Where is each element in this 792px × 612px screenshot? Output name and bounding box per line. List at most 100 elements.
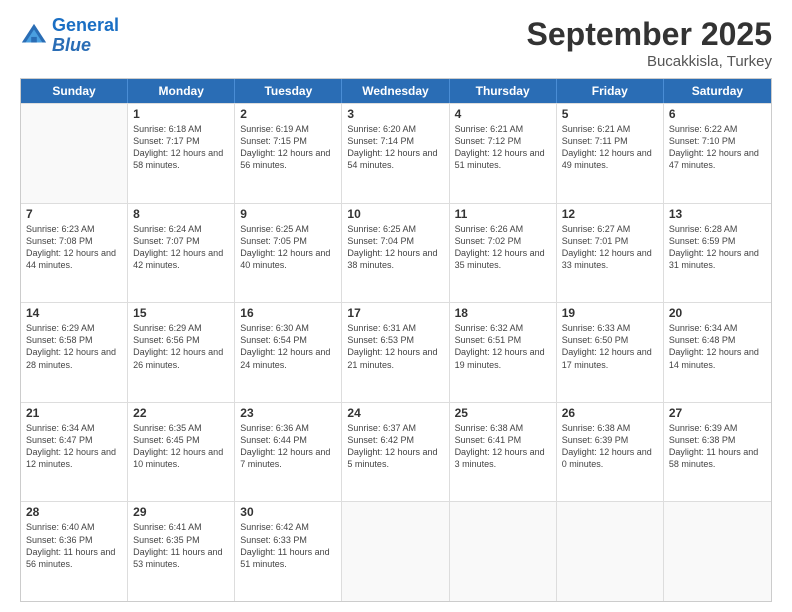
day-info: Sunrise: 6:41 AM Sunset: 6:35 PM Dayligh… [133, 521, 229, 570]
day-cell-29: 29 Sunrise: 6:41 AM Sunset: 6:35 PM Dayli… [128, 502, 235, 601]
day-info: Sunrise: 6:20 AM Sunset: 7:14 PM Dayligh… [347, 123, 443, 172]
day-info: Sunrise: 6:42 AM Sunset: 6:33 PM Dayligh… [240, 521, 336, 570]
header-wednesday: Wednesday [342, 79, 449, 103]
header-tuesday: Tuesday [235, 79, 342, 103]
day-cell-6: 6Sunrise: 6:22 AM Sunset: 7:10 PM Daylig… [664, 104, 771, 203]
day-cell-15: 15 Sunrise: 6:29 AM Sunset: 6:56 PM Dayli… [128, 303, 235, 402]
empty-cell-4-4 [450, 502, 557, 601]
empty-cell-4-5 [557, 502, 664, 601]
day-info: Sunrise: 6:32 AM Sunset: 6:51 PM Dayligh… [455, 322, 551, 371]
day-number: 20 [669, 306, 766, 320]
day-cell-11: 11Sunrise: 6:26 AM Sunset: 7:02 PM Dayli… [450, 204, 557, 303]
day-number: 18 [455, 306, 551, 320]
day-number: 2 [240, 107, 336, 121]
day-info: Sunrise: 6:19 AM Sunset: 7:15 PM Dayligh… [240, 123, 336, 172]
week-row-2: 7Sunrise: 6:23 AM Sunset: 7:08 PM Daylig… [21, 203, 771, 303]
day-info: Sunrise: 6:37 AM Sunset: 6:42 PM Dayligh… [347, 422, 443, 471]
logo-icon [20, 22, 48, 50]
day-info: Sunrise: 6:21 AM Sunset: 7:11 PM Dayligh… [562, 123, 658, 172]
header: General Blue September 2025 Bucakkisla, … [20, 16, 772, 70]
day-number: 28 [26, 505, 122, 519]
day-info: Sunrise: 6:28 AM Sunset: 6:59 PM Dayligh… [669, 223, 766, 272]
day-cell-13: 13Sunrise: 6:28 AM Sunset: 6:59 PM Dayli… [664, 204, 771, 303]
day-cell-17: 17Sunrise: 6:31 AM Sunset: 6:53 PM Dayli… [342, 303, 449, 402]
day-info: Sunrise: 6:35 AM Sunset: 6:45 PM Dayligh… [133, 422, 229, 471]
day-info: Sunrise: 6:34 AM Sunset: 6:47 PM Dayligh… [26, 422, 122, 471]
day-number: 14 [26, 306, 122, 320]
day-number: 15 [133, 306, 229, 320]
day-info: Sunrise: 6:40 AM Sunset: 6:36 PM Dayligh… [26, 521, 122, 570]
day-number: 22 [133, 406, 229, 420]
day-info: Sunrise: 6:25 AM Sunset: 7:05 PM Dayligh… [240, 223, 336, 272]
day-number: 12 [562, 207, 658, 221]
day-number: 30 [240, 505, 336, 519]
day-cell-22: 22 Sunrise: 6:35 AM Sunset: 6:45 PM Dayli… [128, 403, 235, 502]
day-number: 24 [347, 406, 443, 420]
header-saturday: Saturday [664, 79, 771, 103]
day-cell-19: 19Sunrise: 6:33 AM Sunset: 6:50 PM Dayli… [557, 303, 664, 402]
day-cell-5: 5 Sunrise: 6:21 AM Sunset: 7:11 PM Daylig… [557, 104, 664, 203]
day-info: Sunrise: 6:30 AM Sunset: 6:54 PM Dayligh… [240, 322, 336, 371]
day-cell-14: 14 Sunrise: 6:29 AM Sunset: 6:58 PM Dayli… [21, 303, 128, 402]
header-friday: Friday [557, 79, 664, 103]
day-cell-16: 16 Sunrise: 6:30 AM Sunset: 6:54 PM Dayli… [235, 303, 342, 402]
day-cell-21: 21 Sunrise: 6:34 AM Sunset: 6:47 PM Dayli… [21, 403, 128, 502]
day-info: Sunrise: 6:18 AM Sunset: 7:17 PM Dayligh… [133, 123, 229, 172]
day-cell-23: 23Sunrise: 6:36 AM Sunset: 6:44 PM Dayli… [235, 403, 342, 502]
title-block: September 2025 Bucakkisla, Turkey [527, 16, 772, 70]
day-info: Sunrise: 6:38 AM Sunset: 6:39 PM Dayligh… [562, 422, 658, 471]
week-row-5: 28 Sunrise: 6:40 AM Sunset: 6:36 PM Dayli… [21, 501, 771, 601]
day-info: Sunrise: 6:25 AM Sunset: 7:04 PM Dayligh… [347, 223, 443, 272]
day-number: 8 [133, 207, 229, 221]
day-cell-30: 30 Sunrise: 6:42 AM Sunset: 6:33 PM Dayli… [235, 502, 342, 601]
page: General Blue September 2025 Bucakkisla, … [0, 0, 792, 612]
day-number: 16 [240, 306, 336, 320]
day-info: Sunrise: 6:38 AM Sunset: 6:41 PM Dayligh… [455, 422, 551, 471]
day-cell-24: 24 Sunrise: 6:37 AM Sunset: 6:42 PM Dayli… [342, 403, 449, 502]
day-cell-18: 18 Sunrise: 6:32 AM Sunset: 6:51 PM Dayli… [450, 303, 557, 402]
day-number: 17 [347, 306, 443, 320]
day-number: 5 [562, 107, 658, 121]
empty-cell-4-3 [342, 502, 449, 601]
day-cell-10: 10 Sunrise: 6:25 AM Sunset: 7:04 PM Dayli… [342, 204, 449, 303]
day-cell-12: 12 Sunrise: 6:27 AM Sunset: 7:01 PM Dayli… [557, 204, 664, 303]
day-cell-20: 20Sunrise: 6:34 AM Sunset: 6:48 PM Dayli… [664, 303, 771, 402]
empty-cell-4-6 [664, 502, 771, 601]
day-cell-25: 25 Sunrise: 6:38 AM Sunset: 6:41 PM Dayli… [450, 403, 557, 502]
day-number: 1 [133, 107, 229, 121]
day-info: Sunrise: 6:27 AM Sunset: 7:01 PM Dayligh… [562, 223, 658, 272]
day-cell-9: 9Sunrise: 6:25 AM Sunset: 7:05 PM Daylig… [235, 204, 342, 303]
day-info: Sunrise: 6:29 AM Sunset: 6:58 PM Dayligh… [26, 322, 122, 371]
day-cell-4: 4Sunrise: 6:21 AM Sunset: 7:12 PM Daylig… [450, 104, 557, 203]
calendar-header: Sunday Monday Tuesday Wednesday Thursday… [21, 79, 771, 103]
day-number: 10 [347, 207, 443, 221]
day-number: 27 [669, 406, 766, 420]
week-row-4: 21 Sunrise: 6:34 AM Sunset: 6:47 PM Dayli… [21, 402, 771, 502]
day-cell-2: 2 Sunrise: 6:19 AM Sunset: 7:15 PM Daylig… [235, 104, 342, 203]
day-cell-3: 3 Sunrise: 6:20 AM Sunset: 7:14 PM Daylig… [342, 104, 449, 203]
day-cell-7: 7Sunrise: 6:23 AM Sunset: 7:08 PM Daylig… [21, 204, 128, 303]
day-info: Sunrise: 6:29 AM Sunset: 6:56 PM Dayligh… [133, 322, 229, 371]
day-number: 29 [133, 505, 229, 519]
calendar-body: 1 Sunrise: 6:18 AM Sunset: 7:17 PM Daylig… [21, 103, 771, 601]
day-cell-1: 1 Sunrise: 6:18 AM Sunset: 7:17 PM Daylig… [128, 104, 235, 203]
location-subtitle: Bucakkisla, Turkey [527, 53, 772, 70]
header-monday: Monday [128, 79, 235, 103]
day-cell-8: 8 Sunrise: 6:24 AM Sunset: 7:07 PM Daylig… [128, 204, 235, 303]
day-number: 21 [26, 406, 122, 420]
day-number: 3 [347, 107, 443, 121]
day-cell-28: 28 Sunrise: 6:40 AM Sunset: 6:36 PM Dayli… [21, 502, 128, 601]
day-info: Sunrise: 6:23 AM Sunset: 7:08 PM Dayligh… [26, 223, 122, 272]
week-row-1: 1 Sunrise: 6:18 AM Sunset: 7:17 PM Daylig… [21, 103, 771, 203]
day-info: Sunrise: 6:36 AM Sunset: 6:44 PM Dayligh… [240, 422, 336, 471]
day-number: 11 [455, 207, 551, 221]
month-title: September 2025 [527, 16, 772, 53]
week-row-3: 14 Sunrise: 6:29 AM Sunset: 6:58 PM Dayli… [21, 302, 771, 402]
day-number: 4 [455, 107, 551, 121]
empty-cell-0-0 [21, 104, 128, 203]
day-info: Sunrise: 6:24 AM Sunset: 7:07 PM Dayligh… [133, 223, 229, 272]
logo-text: General Blue [52, 16, 119, 56]
day-number: 25 [455, 406, 551, 420]
day-number: 6 [669, 107, 766, 121]
day-cell-27: 27Sunrise: 6:39 AM Sunset: 6:38 PM Dayli… [664, 403, 771, 502]
